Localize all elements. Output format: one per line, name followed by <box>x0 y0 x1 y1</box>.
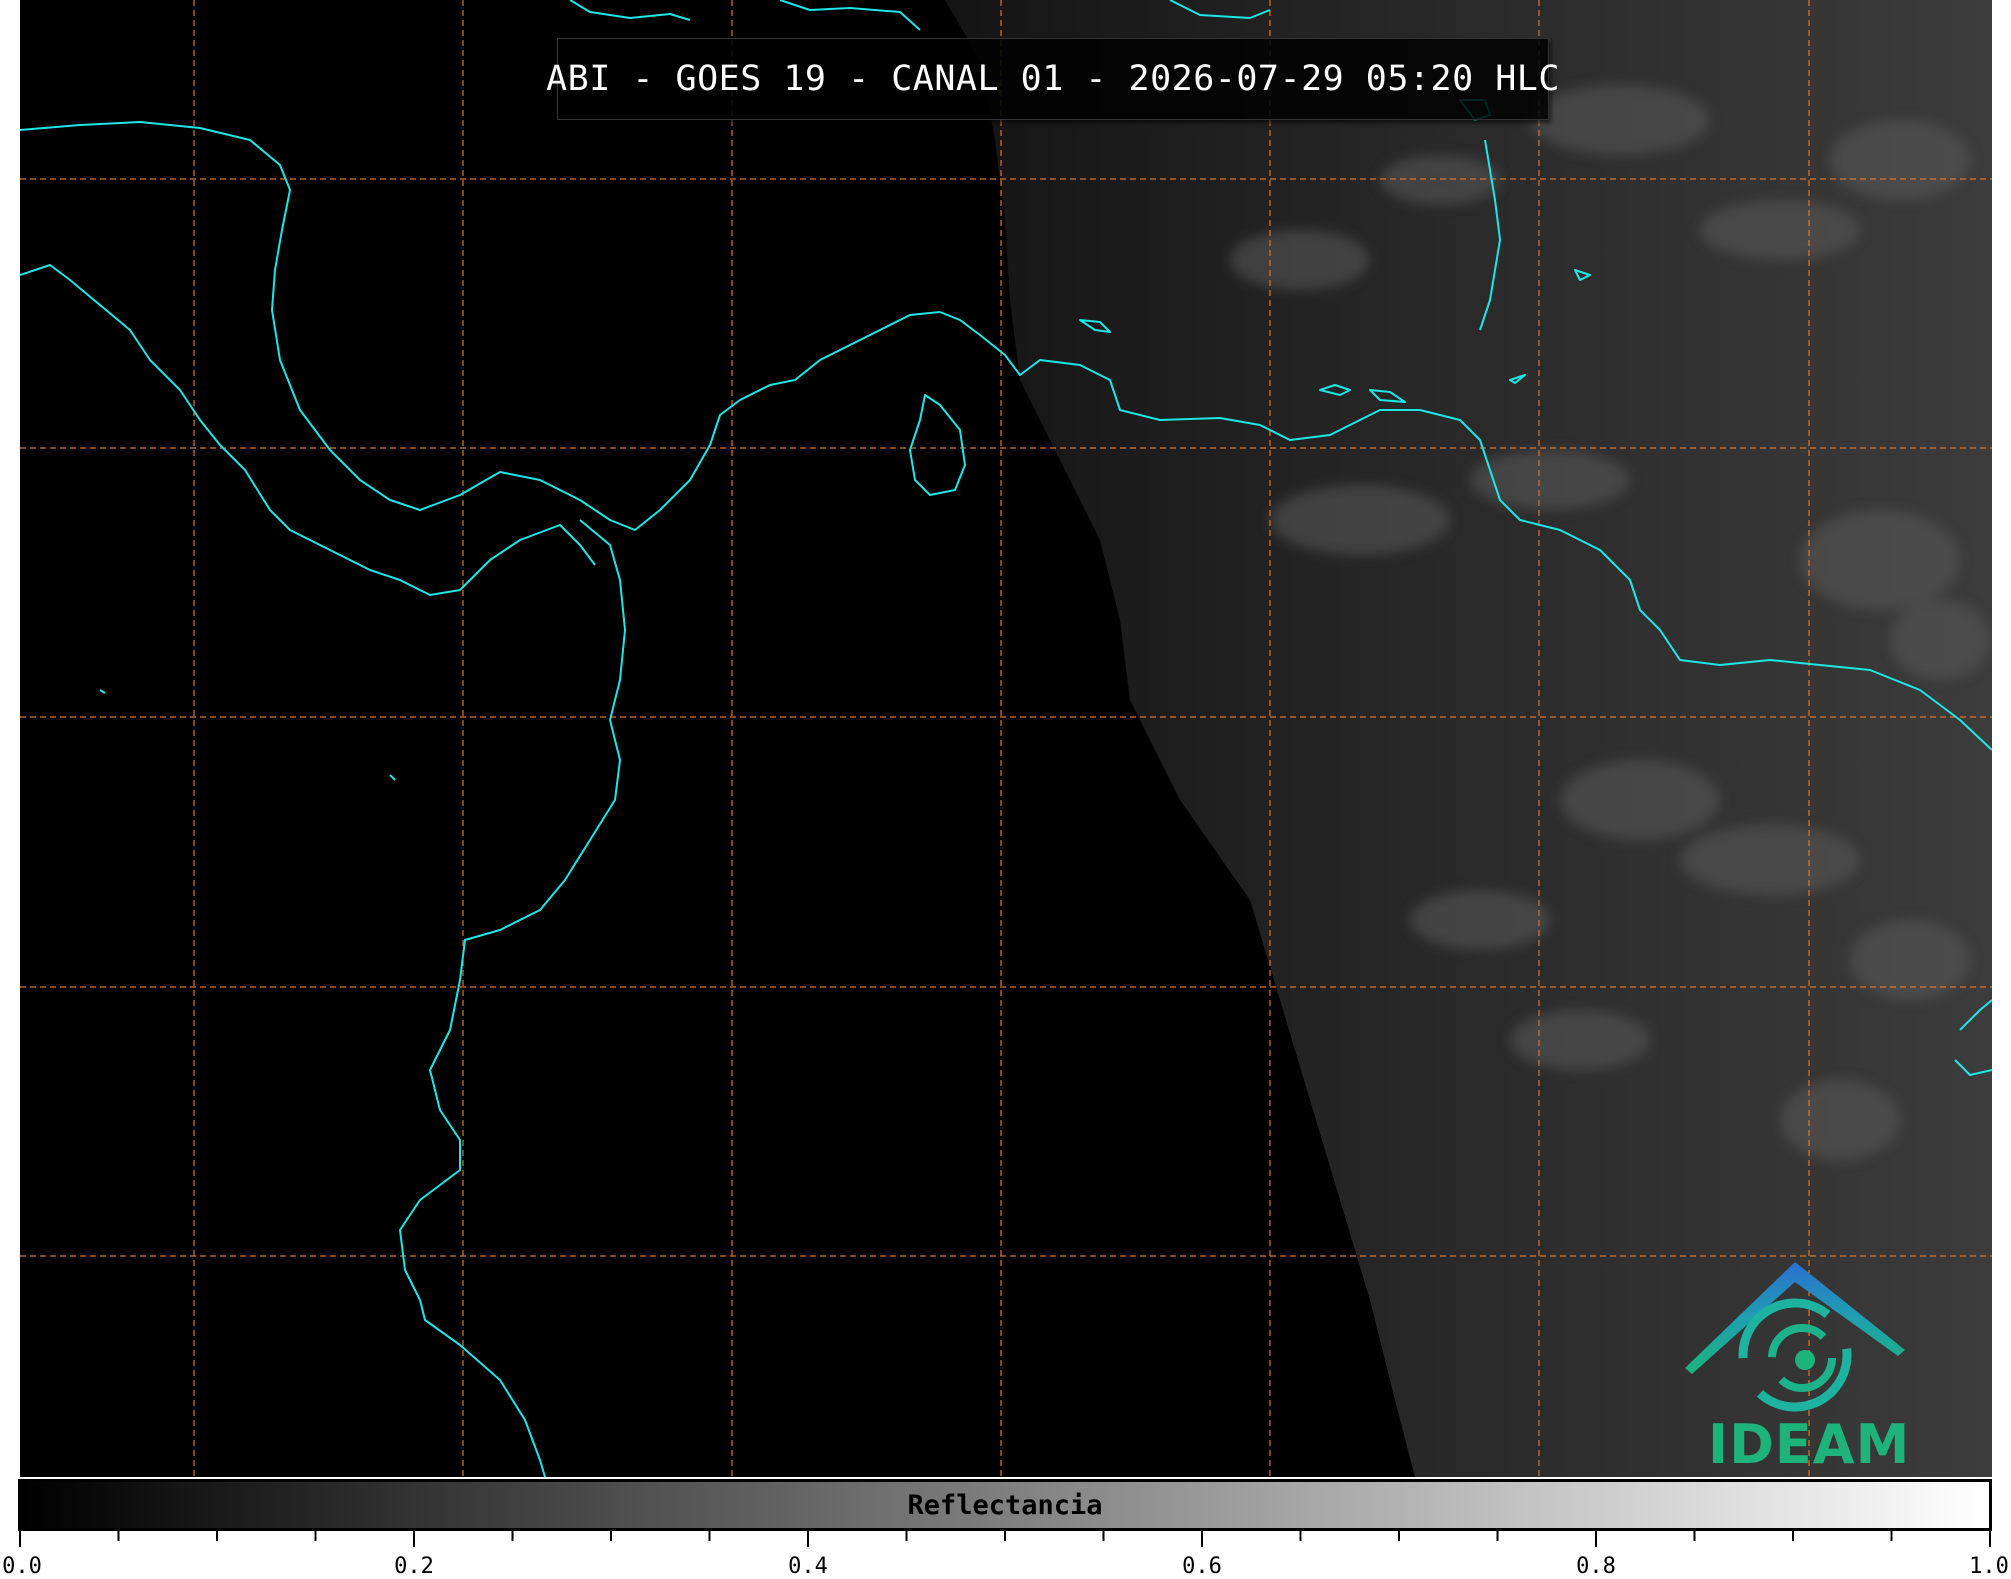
colorbar-tick-label: 0.2 <box>394 1554 434 1579</box>
colorbar-label: Reflectancia <box>907 1490 1103 1521</box>
map-canvas <box>20 0 1992 1477</box>
satellite-map: ABI - GOES 19 - CANAL 01 - 2026-07-29 05… <box>20 0 1992 1477</box>
colorbar-tick-label: 0.4 <box>788 1554 828 1579</box>
ideam-logo-text: IDEAM <box>1708 1413 1911 1476</box>
colorbar-tick-label: 0.0 <box>2 1554 42 1579</box>
title-box: ABI - GOES 19 - CANAL 01 - 2026-07-29 05… <box>546 38 1559 120</box>
colorbar-tick-label: 0.8 <box>1576 1554 1616 1579</box>
colorbar: Reflectancia <box>18 1479 1992 1531</box>
map-title: ABI - GOES 19 - CANAL 01 - 2026-07-29 05… <box>546 59 1560 99</box>
colorbar-axis <box>19 1531 1991 1547</box>
colorbar-tick-label: 1.0 <box>1969 1554 2009 1579</box>
colorbar-tick-label: 0.6 <box>1182 1554 1222 1579</box>
